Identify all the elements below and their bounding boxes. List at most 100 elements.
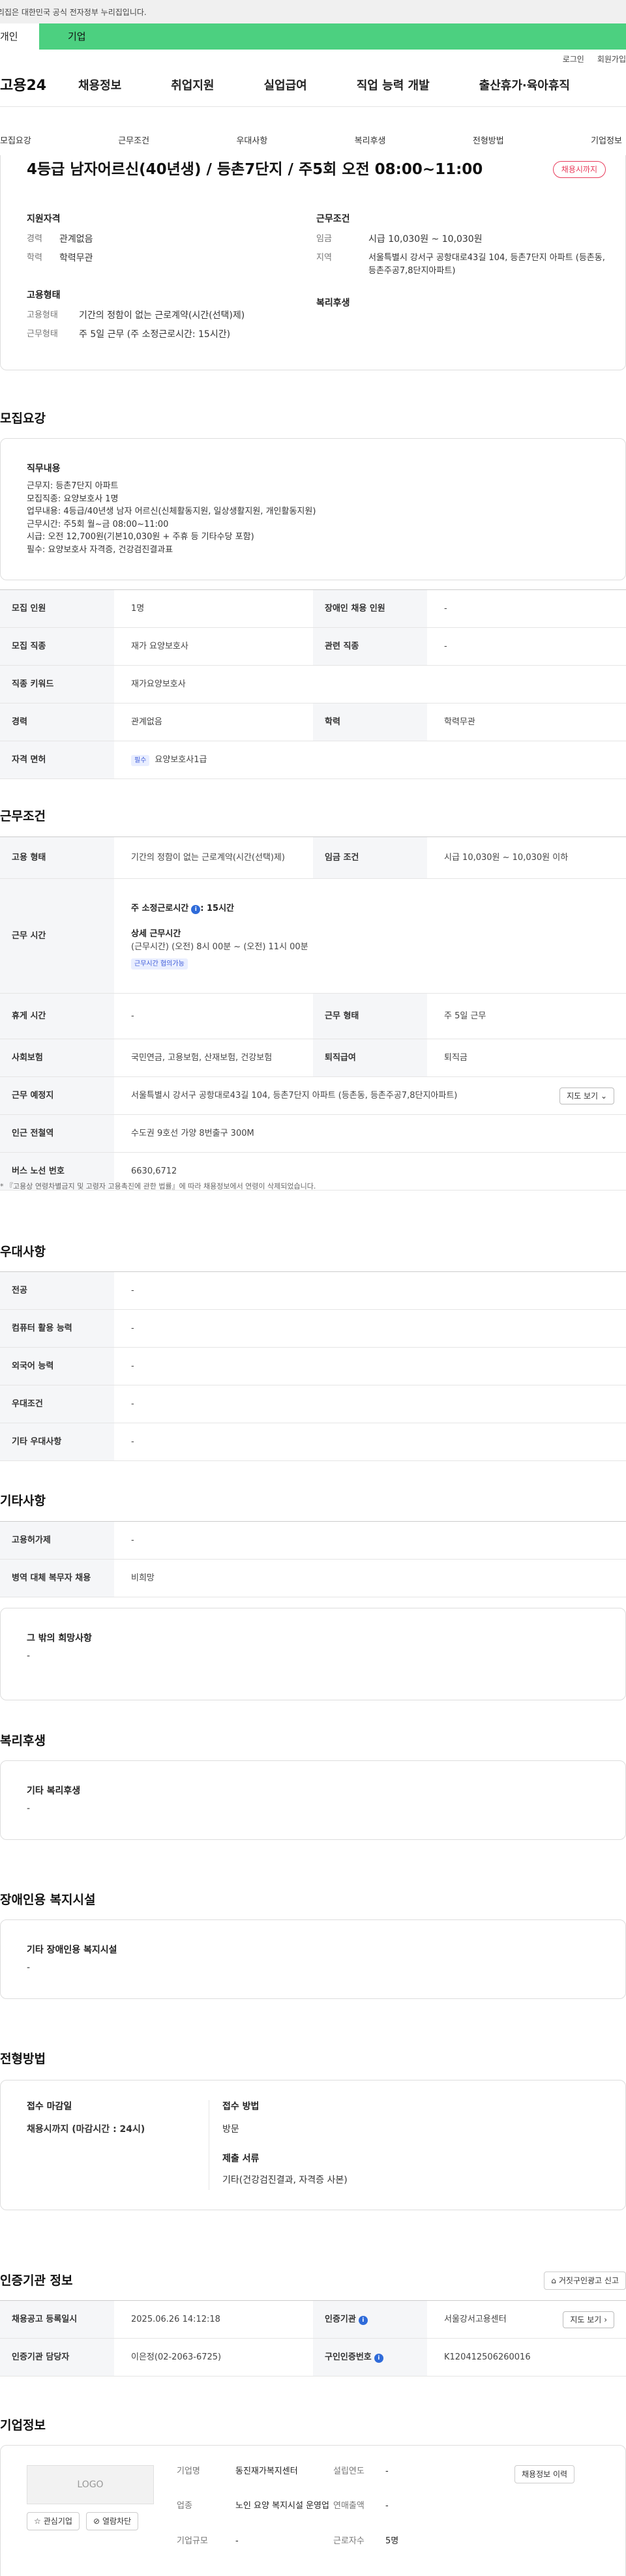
duty-line-6: 필수: 요양보호사 자격증, 건강검진결과표 xyxy=(27,544,173,555)
section-nav-welfare[interactable]: 복리후생 xyxy=(355,135,386,148)
company-info-grid: 기업명 동진재가복지센터 설립연도 - 업종 노인 요양 복지시설 운영업 연매… xyxy=(177,2465,514,2562)
section-nav-process[interactable]: 전형방법 xyxy=(473,135,504,148)
found-value: - xyxy=(385,2466,389,2476)
retire-cell: 퇴직금 xyxy=(427,1039,626,1077)
edu-value: 학력무관 xyxy=(59,253,93,263)
org-value: 서울강서고용센터 xyxy=(444,2314,507,2324)
pref-condition-header: 우대조건 xyxy=(0,1385,114,1423)
agency-header: 인증기관 정보 ⌂ 거짓구인광고 신고 xyxy=(0,2272,626,2290)
duty-line-1: 근무지: 등촌7단지 아파트 xyxy=(27,481,119,491)
method-title: 접수 방법 xyxy=(222,2101,260,2112)
table-row: 우대조건 - xyxy=(0,1385,626,1423)
company-name-label: 기업명 xyxy=(177,2466,200,2476)
etc-military-header: 병역 대체 복무자 채용 xyxy=(0,1559,114,1597)
chevron-down-icon: ⌄ xyxy=(600,1091,607,1101)
career-cell: 관계없음 xyxy=(114,703,313,741)
emptype-value: 기간의 정함이 없는 근로계약(시간(선택)제) xyxy=(79,310,245,321)
duty-heading: 직무내용 xyxy=(27,464,61,474)
agency-heading: 인증기관 정보 xyxy=(0,2273,73,2288)
section-nav-pref[interactable]: 우대사항 xyxy=(236,135,267,148)
docs-title: 제출 서류 xyxy=(222,2154,260,2164)
duty-line-4: 근무시간: 주5회 월~금 08:00~11:00 xyxy=(27,519,169,529)
gov-banner: 이 누리집은 대한민국 공식 전자정부 누리집입니다. xyxy=(0,0,626,23)
career-label: 경력 xyxy=(27,234,42,244)
company-logo: LOGO xyxy=(27,2465,154,2504)
tab-personal-label: 개인 xyxy=(0,30,18,42)
block-view-button[interactable]: ⊘ 열람차단 xyxy=(85,2512,139,2530)
wage-value: 시급 10,030원 ~ 10,030원 xyxy=(368,234,483,244)
process-heading: 전형방법 xyxy=(0,2052,46,2066)
required-chip: 필수 xyxy=(131,754,150,766)
facility-box-title: 기타 장애인용 복지시설 xyxy=(27,1945,117,1955)
table-row: 컴퓨터 활용 능력 - xyxy=(0,1309,626,1348)
industry-value: 노인 요양 복지시설 운영업 xyxy=(235,2501,329,2511)
weekly-hours-label: 주 소정근로시간 xyxy=(131,903,189,913)
emptype-label: 고용형태 xyxy=(27,310,58,320)
org-cell: 서울강서고용센터 지도 보기 › xyxy=(427,2300,626,2339)
gnb-menu-training[interactable]: 직업 능력 개발 xyxy=(357,77,430,95)
job-history-button[interactable]: 채용정보 이력 xyxy=(514,2465,575,2483)
report-ad-button[interactable]: ⌂ 거짓구인광고 신고 xyxy=(544,2272,626,2290)
negotiable-chip: 근무시간 협의가능 xyxy=(131,958,188,970)
report-ad-label: 거짓구인광고 신고 xyxy=(558,2276,619,2286)
age-note: * 『고용상 연령차별금지 및 고령자 고용촉진에 관한 법률』에 따라 채용정… xyxy=(0,1182,316,1191)
chevron-right-icon: › xyxy=(604,2315,607,2324)
gnb-menu-maternity[interactable]: 출산휴가·육아휴직 xyxy=(479,77,570,95)
site-logo[interactable]: 고용24 xyxy=(0,75,78,96)
section-nav-recruit[interactable]: 모집요강 xyxy=(0,135,31,148)
etc-military-value: 비희망 xyxy=(114,1559,626,1597)
pref-condition-value: - xyxy=(114,1385,626,1423)
org-header-label: 인증기관 xyxy=(325,2314,356,2324)
table-row: 인근 전철역 수도권 9호선 가양 8번출구 300M xyxy=(0,1114,626,1153)
section-nav-work[interactable]: 근무조건 xyxy=(118,135,149,148)
favorite-company-label: 관심기업 xyxy=(43,2517,72,2526)
info-icon[interactable]: i xyxy=(358,2315,368,2325)
table-row: 모집 인원 1명 장애인 채용 인원 - xyxy=(0,589,626,628)
pref-major-header: 전공 xyxy=(0,1271,114,1310)
count-value: 1명 xyxy=(114,589,313,628)
gov-banner-text: 이 누리집은 대한민국 공식 전자정부 누리집입니다. xyxy=(0,8,147,17)
status-badge: 채용시까지 xyxy=(552,161,606,178)
rest-header: 휴게 시간 xyxy=(0,993,114,1039)
company-action-col: 채용정보 이력 xyxy=(514,2465,599,2562)
regdate-value: 2025.06.26 14:12:18 xyxy=(114,2300,313,2339)
pref-computer-value: - xyxy=(114,1309,626,1348)
block-view-label: 열람차단 xyxy=(102,2517,132,2526)
table-row: 사회보험 국민연금, 고용보험, 산재보험, 건강보험 퇴직급여 퇴직금 xyxy=(0,1039,626,1077)
tab-personal[interactable]: 개인 xyxy=(0,23,39,50)
sales-label: 연매출액 xyxy=(333,2501,365,2511)
table-row: 휴게 시간 - 근무 형태 주 5일 근무 xyxy=(0,993,626,1039)
edu-header: 학력 xyxy=(313,703,427,741)
disabled-header: 장애인 채용 인원 xyxy=(313,589,427,628)
tab-company[interactable]: 기업 xyxy=(39,23,626,50)
section-nav-company[interactable]: 기업정보 xyxy=(591,135,622,148)
certno-header: 구인인증번호 i xyxy=(313,2338,427,2376)
favorite-company-button[interactable]: ☆ 관심기업 xyxy=(27,2512,80,2530)
company-name-value: 동진재가복지센터 xyxy=(235,2466,298,2476)
etc-table: 고용허가제 - 병역 대체 복무자 채용 비희망 xyxy=(0,1521,626,1597)
gnb-menu-unemployment[interactable]: 실업급여 xyxy=(264,77,307,95)
size-label: 기업규모 xyxy=(177,2536,208,2546)
license-header: 자격 면허 xyxy=(0,741,114,779)
size-value: - xyxy=(235,2536,239,2546)
org-map-button[interactable]: 지도 보기 › xyxy=(563,2311,614,2328)
etc-permit-header: 고용허가제 xyxy=(0,1521,114,1560)
recruit-table: 모집 인원 1명 장애인 채용 인원 - 모집 직종 재가 요양보호사 관련 직… xyxy=(0,589,626,779)
form-cell: 주 5일 근무 xyxy=(427,993,626,1039)
recruit-heading: 모집요강 xyxy=(0,411,46,426)
login-link[interactable]: 로그인 xyxy=(563,53,584,65)
place-cell: 서울특별시 강서구 공항대로43길 104, 등촌7단지 아파트 (등촌동, 등… xyxy=(114,1076,626,1115)
method-value: 방문 xyxy=(222,2124,239,2135)
manager-header: 인증기관 담당자 xyxy=(0,2338,114,2376)
pref-major-value: - xyxy=(114,1271,626,1310)
join-link[interactable]: 회원가입 xyxy=(597,53,626,65)
gnb-menu-jobs[interactable]: 채용정보 xyxy=(78,77,121,95)
info-icon[interactable]: i xyxy=(374,2353,383,2363)
pref-language-header: 외국어 능력 xyxy=(0,1347,114,1385)
map-button[interactable]: 지도 보기 ⌄ xyxy=(559,1087,614,1104)
gnb-menu-employment-support[interactable]: 취업지원 xyxy=(171,77,214,95)
tab-company-label: 기업 xyxy=(68,30,86,42)
info-icon[interactable]: i xyxy=(191,904,201,914)
table-row: 고용 형태 기간의 정함이 없는 근로계약(시간(선택)제) 임금 조건 시급 … xyxy=(0,836,626,879)
regdate-header: 채용공고 등록일시 xyxy=(0,2300,114,2339)
